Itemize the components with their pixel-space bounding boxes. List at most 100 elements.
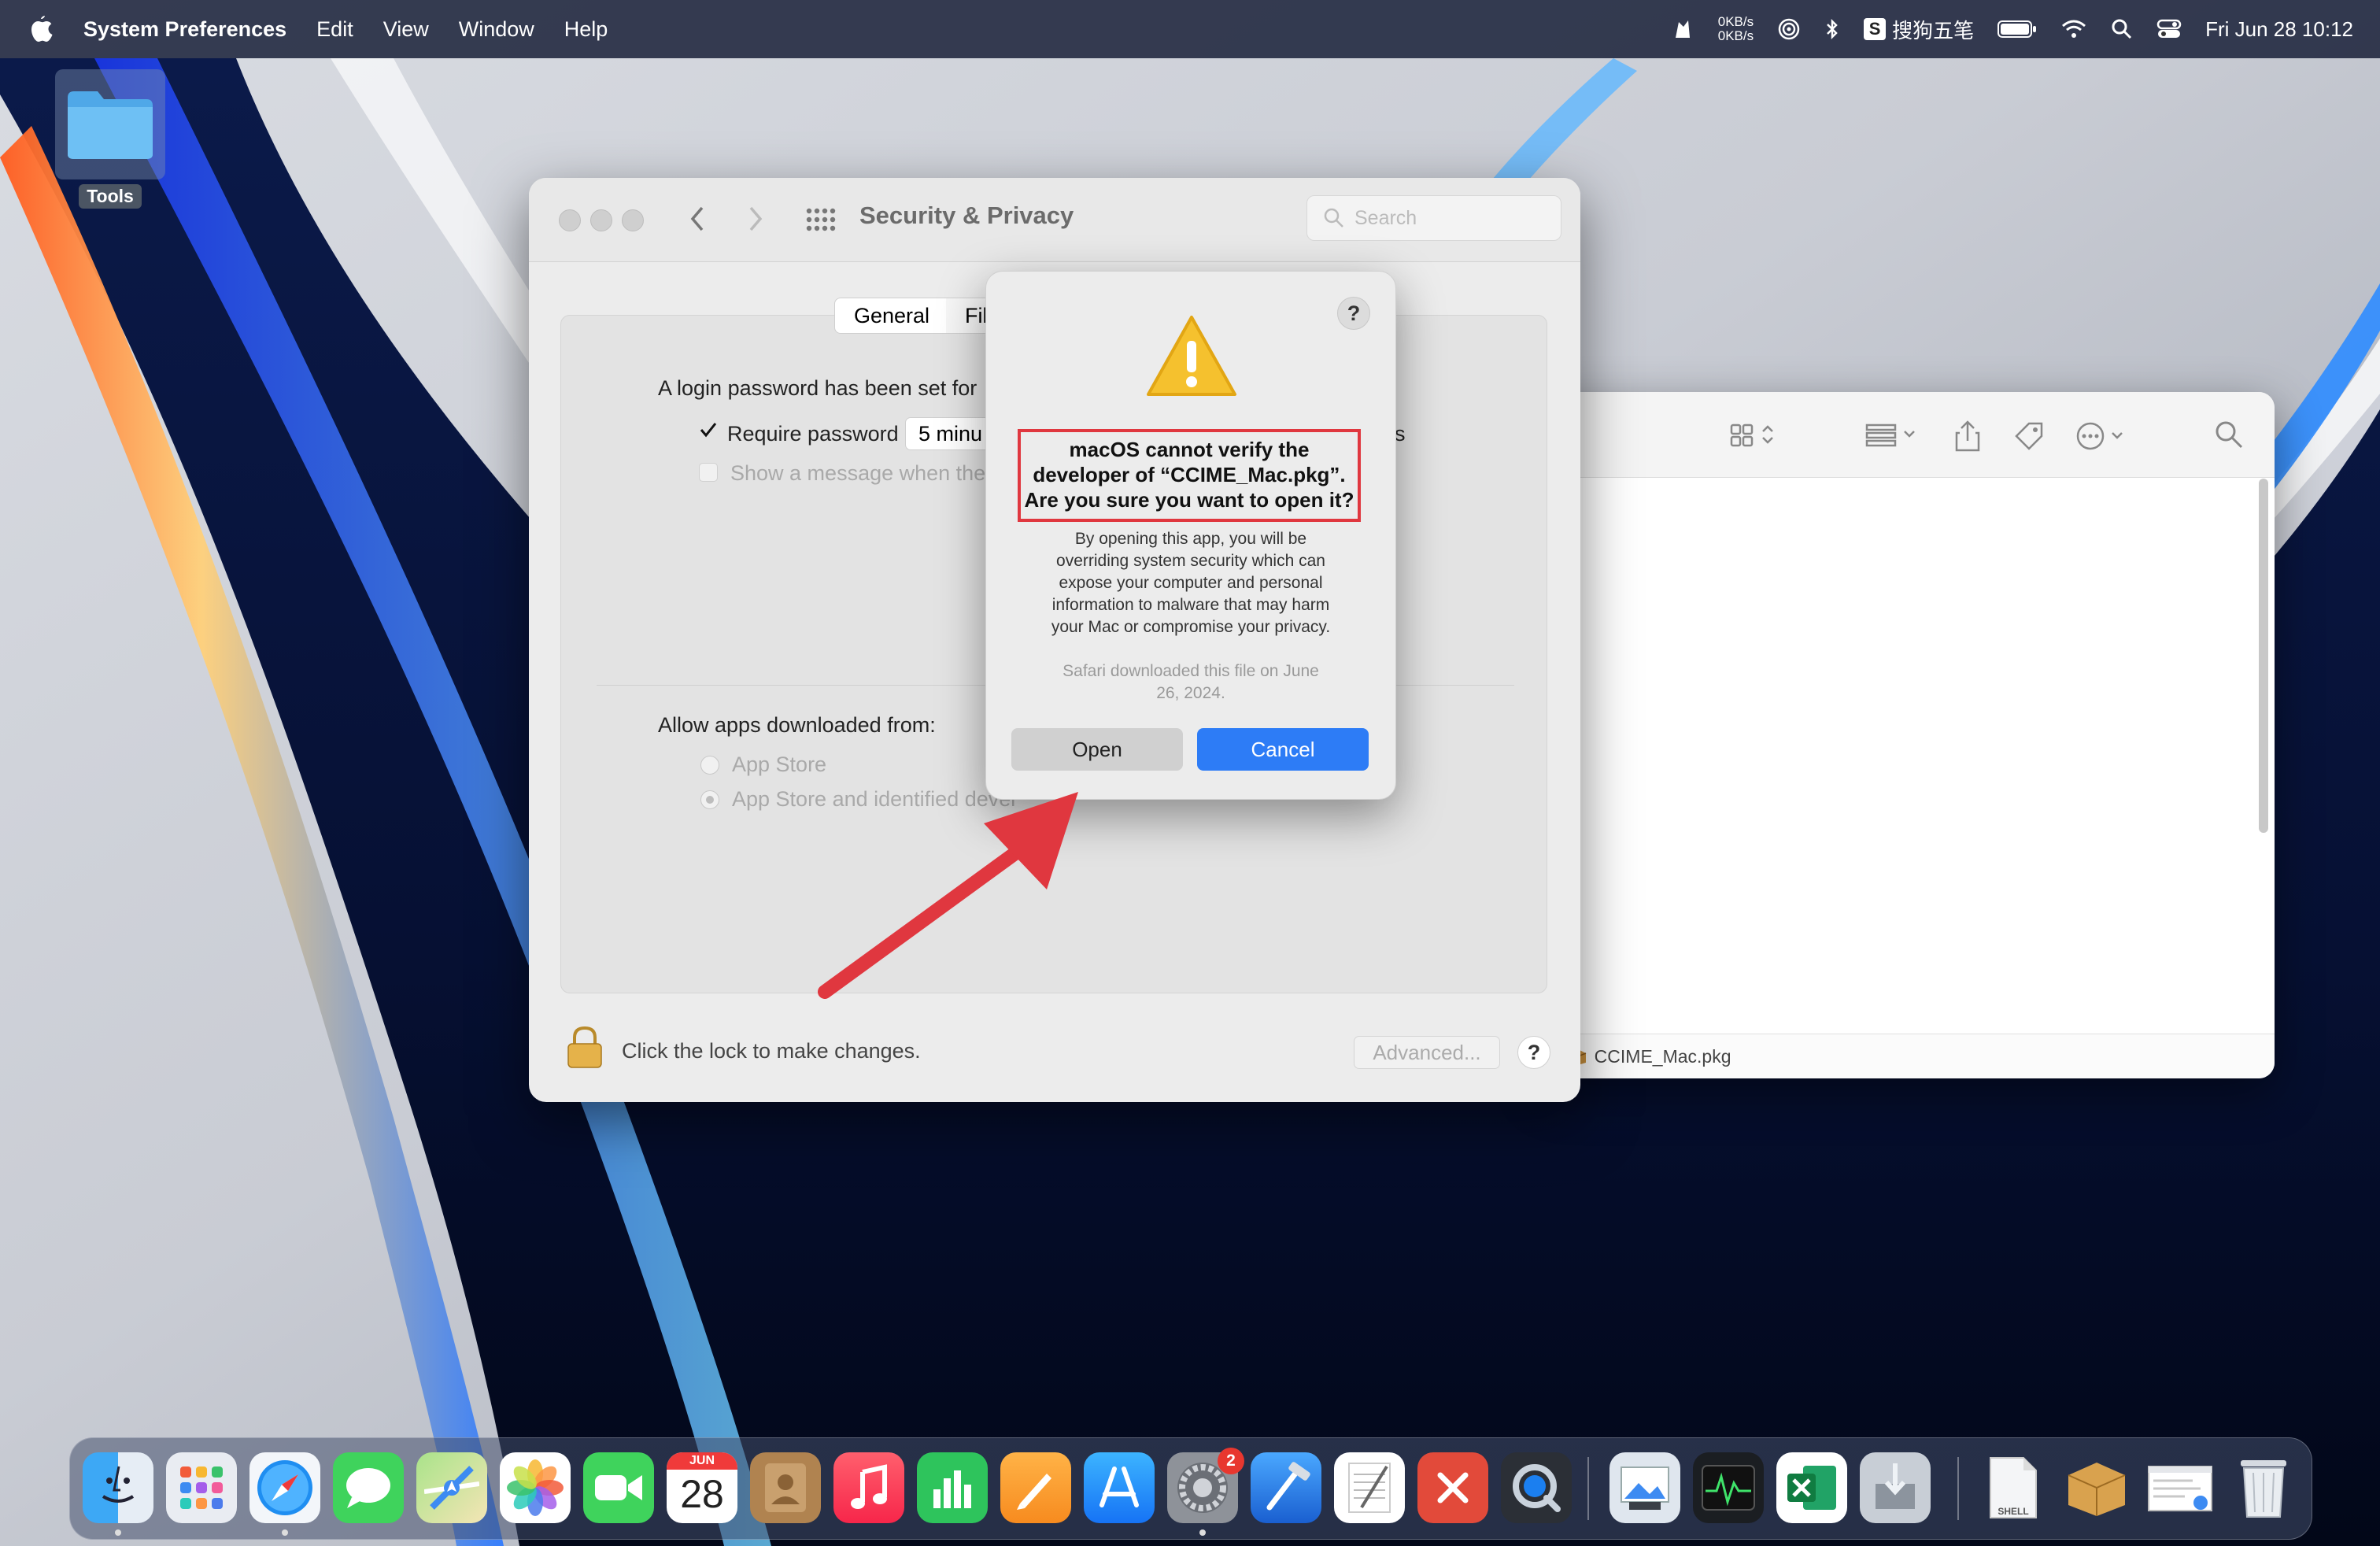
sogou-icon: S [1864,18,1887,40]
facetime-icon[interactable] [583,1452,654,1523]
finder-window[interactable]: › CCIME_Mac.pkg [1543,392,2275,1078]
body-line-4: information to malware that may harm [1051,596,1330,614]
advanced-button[interactable]: Advanced... [1354,1036,1500,1069]
quicktime-icon[interactable] [1501,1452,1572,1523]
search-field[interactable]: Search [1306,195,1561,241]
calendar-month: JUN [667,1452,737,1470]
option-app-store: App Store [732,753,827,776]
show-message-checkbox[interactable] [699,463,718,482]
headline-line-3: Are you sure you want to open it? [1024,488,1354,512]
menu-clock[interactable]: Fri Jun 28 10:12 [2205,17,2353,42]
path-item-pkg[interactable]: CCIME_Mac.pkg [1595,1046,1731,1067]
menu-bar: System Preferences Edit View Window Help… [0,0,2380,58]
package-icon[interactable] [2061,1452,2132,1523]
window-titlebar: Security & Privacy Search [529,178,1580,262]
calendar-icon[interactable]: JUN 28 [667,1452,737,1523]
preview-photos-icon [1621,1466,1669,1510]
launchpad-icon[interactable] [166,1452,237,1523]
open-button[interactable]: Open [1011,728,1183,771]
finder-search-icon[interactable] [2213,419,2245,450]
shell-script-icon[interactable]: SHELL [1978,1452,2049,1523]
view-grid-icon[interactable] [1728,419,1783,450]
xcode-icon[interactable] [1251,1452,1321,1523]
menu-help[interactable]: Help [564,17,608,42]
wifi-icon[interactable] [2060,18,2087,40]
control-center-icon[interactable] [2156,18,2182,40]
textedit-icon[interactable] [1334,1452,1405,1523]
zoom-button[interactable] [622,209,644,231]
finder-scrollbar[interactable] [2257,479,2268,1078]
menu-view[interactable]: View [383,17,429,42]
tab-general[interactable]: General [834,298,950,334]
sysprefs-running-dot [1199,1529,1206,1536]
desktop-folder-tools[interactable]: Tools [55,69,165,209]
spotlight-icon[interactable] [2111,18,2133,40]
apple-menu-icon[interactable] [28,13,55,45]
remote-desktop-icon[interactable] [1417,1452,1488,1523]
preview-icon[interactable] [1609,1452,1680,1523]
share-icon[interactable] [1952,419,1983,453]
back-chevron-icon[interactable] [686,203,710,235]
system-preferences-icon[interactable]: 2 [1167,1448,1244,1523]
gatekeeper-alert-dialog[interactable]: ? macOS cannot verify the developer of “… [985,271,1396,800]
maps-icon[interactable] [416,1452,487,1523]
activity-monitor-icon[interactable] [1693,1452,1764,1523]
headline-line-1: macOS cannot verify the [1069,438,1310,461]
pen-icon [1017,1474,1051,1510]
body-line-5: your Mac or compromise your privacy. [1051,618,1331,636]
launchpad-grid-icon [180,1466,223,1509]
menu-window[interactable]: Window [459,17,534,42]
require-password-checkbox[interactable] [699,420,717,438]
excel-icon[interactable] [1776,1452,1847,1523]
lock-icon[interactable] [565,1025,604,1071]
net-up-label: 0KB/s [1717,14,1754,29]
photos-icon[interactable] [500,1452,571,1523]
installer-icon[interactable] [1860,1452,1931,1523]
menu-edit[interactable]: Edit [316,17,353,42]
hammer-icon [1266,1462,1310,1511]
airdrop-icon[interactable] [1777,17,1801,41]
group-icon[interactable] [1864,419,1927,450]
vpn-icon[interactable] [1671,17,1694,41]
activity-graph-icon [1702,1465,1755,1511]
package-box-icon [2068,1463,2126,1516]
numbers-icon[interactable] [917,1452,988,1523]
close-button[interactable] [559,209,581,231]
finder-face-icon [102,1466,135,1503]
finder-icon[interactable] [83,1452,153,1523]
trash-icon[interactable] [2228,1452,2299,1523]
contacts-icon[interactable] [750,1452,821,1523]
truncated-text: s [1395,422,1406,446]
radio-app-store[interactable] [700,756,719,775]
net-down-label: 0KB/s [1717,28,1754,43]
tag-icon[interactable] [2012,419,2046,453]
help-button[interactable]: ? [1517,1036,1550,1069]
more-actions-icon[interactable] [2075,419,2138,453]
pages-icon[interactable] [1000,1452,1071,1523]
music-icon[interactable] [833,1452,904,1523]
radio-dot [706,796,714,804]
minimize-button[interactable] [590,209,612,231]
document-icon[interactable] [2145,1452,2216,1523]
safari-icon[interactable] [249,1452,320,1523]
finder-scroll-thumb[interactable] [2259,479,2268,833]
desktop-folder-label: Tools [79,184,142,209]
show-message-label: Show a message when the [730,461,986,485]
bar-chart-icon [933,1470,971,1508]
warning-icon [1147,316,1236,396]
option-identified-developers: App Store and identified devel [732,787,1016,811]
forward-chevron-icon[interactable] [743,203,767,235]
radio-identified-developers[interactable] [700,790,719,809]
network-speed[interactable]: 0KB/s 0KB/s [1718,15,1754,43]
app-store-icon[interactable] [1084,1452,1155,1523]
input-method[interactable]: S 搜狗五笔 [1864,15,1974,44]
menu-app-name[interactable]: System Preferences [83,17,286,42]
alert-help-button[interactable]: ? [1337,297,1370,330]
installer-box-icon [1876,1463,1915,1509]
cancel-button[interactable]: Cancel [1197,728,1369,771]
bluetooth-icon[interactable] [1824,17,1840,41]
messages-icon[interactable] [333,1452,404,1523]
battery-icon[interactable] [1998,19,2037,39]
body-line-2: overriding system security which can [1056,552,1325,570]
show-all-grid-icon[interactable] [804,206,836,233]
